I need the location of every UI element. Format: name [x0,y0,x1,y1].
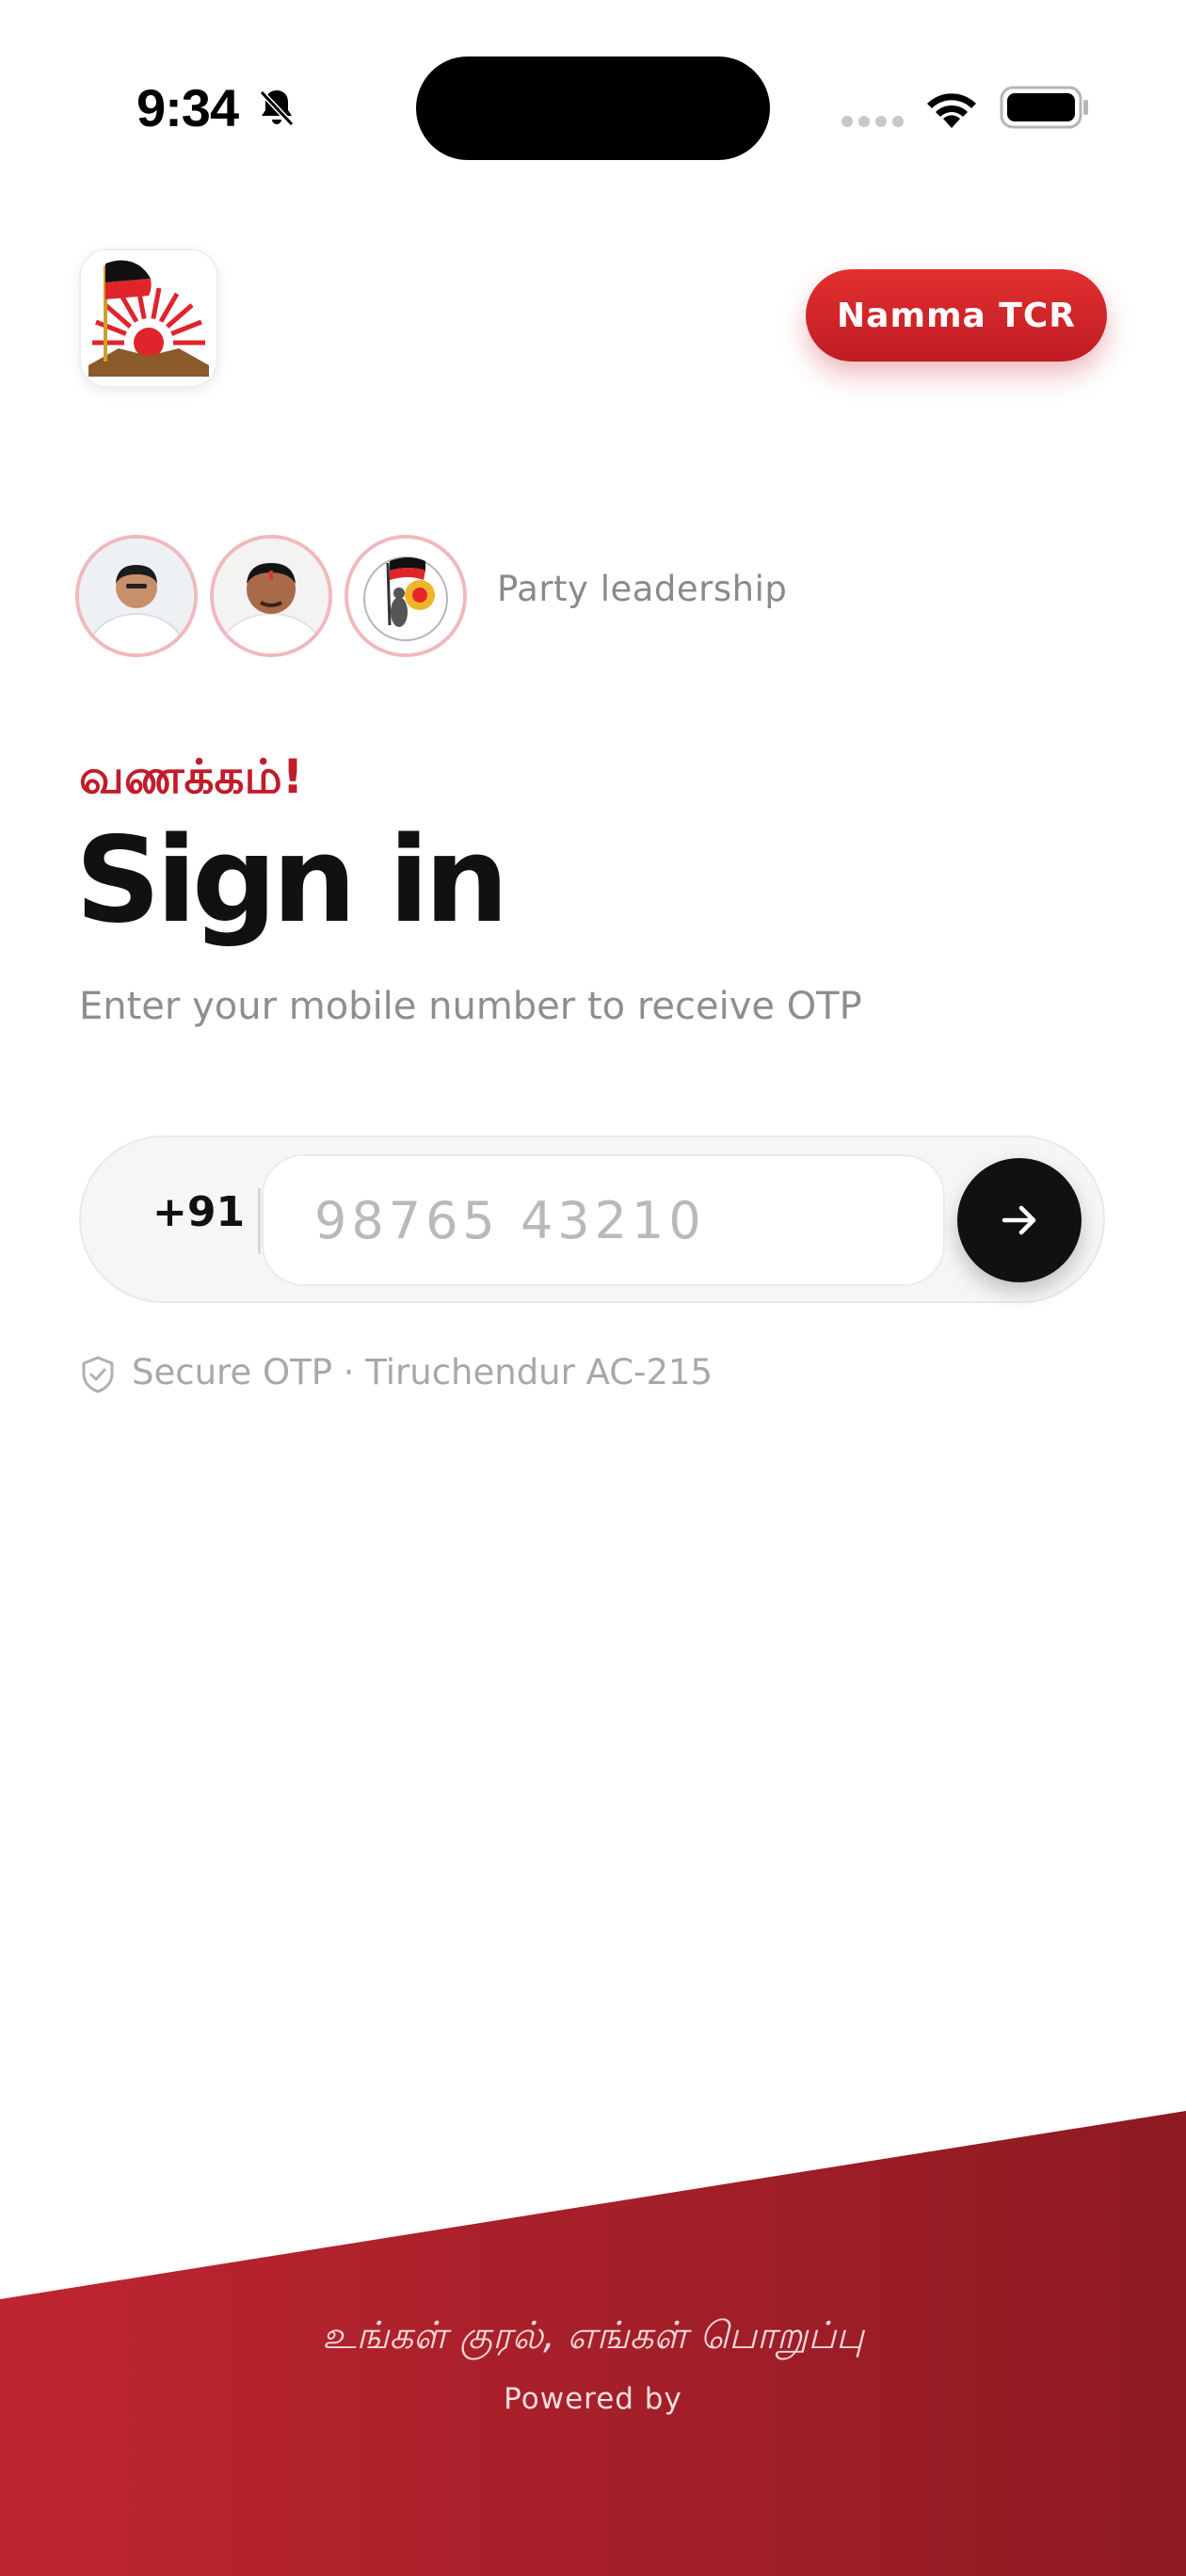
cellular-signal-icon [841,116,904,127]
party-logo-rising-sun-icon [81,250,216,386]
powered-by-label: Powered by [504,2382,682,2416]
party-emblem-avatar [345,535,467,657]
bell-slash-icon [259,89,295,127]
arrow-right-icon [1002,1205,1036,1235]
battery-icon [1000,86,1088,129]
secure-otp-note: Secure OTP · Tiruchendur AC-215 [132,1352,713,1393]
brand-badge[interactable]: Namma TCR [806,269,1107,362]
greeting-text: வணக்கம்! [79,749,304,804]
leadership-label: Party leadership [497,569,788,609]
dynamic-island [416,56,770,160]
shield-check-icon [82,1356,114,1393]
page-title: Sign in [75,811,509,949]
leader-avatar-1 [75,535,198,657]
app-logo [79,249,218,388]
signin-subtitle: Enter your mobile number to receive OTP [79,985,862,1028]
wifi-icon [927,93,976,128]
country-code: +91 [152,1188,246,1236]
status-time: 9:34 [136,78,239,137]
brand-label: Namma TCR [837,296,1076,335]
send-otp-button[interactable] [957,1158,1082,1282]
leader-avatar-2 [210,535,332,657]
footer-tagline: உங்கள் குரல், எங்கள் பொறுப்பு [322,2314,864,2358]
country-code-divider [258,1188,261,1254]
mobile-number-input[interactable] [262,1154,945,1286]
